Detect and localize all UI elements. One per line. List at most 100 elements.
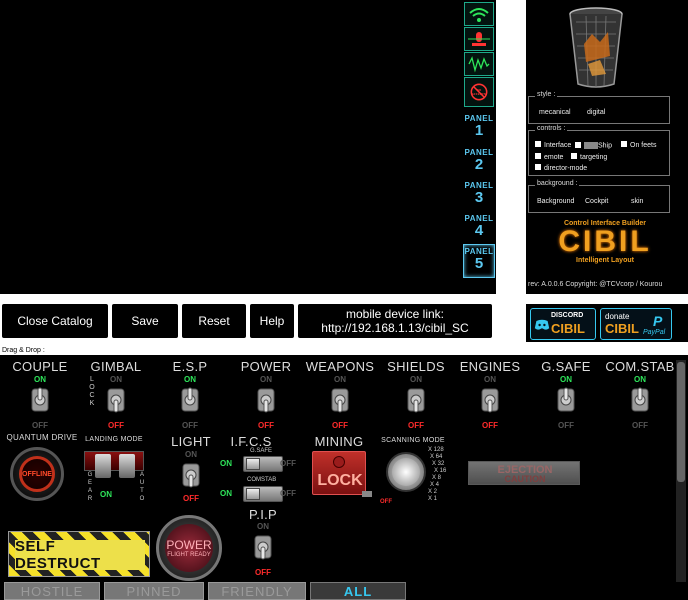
bg-cockpit[interactable]: Cockpit <box>585 198 608 205</box>
toggle-switch[interactable] <box>553 386 579 414</box>
switch-on-label: ON <box>634 375 646 384</box>
donate-cibil-label: CIBIL <box>605 321 639 336</box>
power-button-sublabel: FLIGHT READY <box>167 552 211 558</box>
scan-level-label: X 16 <box>434 468 447 474</box>
control-emote[interactable]: emote <box>535 153 564 161</box>
toggle-switch[interactable] <box>177 386 203 414</box>
toggle-switch[interactable] <box>253 386 279 414</box>
switch-off-label: OFF <box>108 421 124 430</box>
wifi-icon[interactable] <box>464 2 494 26</box>
panel-1-button[interactable]: PANEL 1 <box>463 112 495 144</box>
switch-title: E.S.P <box>172 359 208 374</box>
landing-mode-switch[interactable] <box>84 451 144 478</box>
control-ship[interactable]: Ship <box>575 141 612 149</box>
switch-on-label: ON <box>334 375 346 384</box>
donate-link[interactable]: donate CIBIL P PayPal <box>600 308 672 340</box>
help-button[interactable]: Help <box>250 304 294 338</box>
scrollbar[interactable] <box>676 360 686 582</box>
switch-title: GIMBAL <box>90 359 142 374</box>
checkbox[interactable] <box>535 153 541 160</box>
ifcs-comstab-slider[interactable] <box>243 486 283 502</box>
audio-icon[interactable] <box>464 52 494 76</box>
no-effects-icon[interactable]: NO EFFECTS <box>464 77 494 107</box>
filter-hostile[interactable]: HOSTILE <box>4 582 100 600</box>
toggle-switch[interactable] <box>627 386 653 414</box>
filter-friendly[interactable]: FRIENDLY <box>208 582 306 600</box>
checkbox-checked[interactable] <box>575 141 581 148</box>
copyright-text: rev: A.0.0.6 Copyright: @TCVcorp / Kouro… <box>528 281 663 288</box>
controls-group: controls : Interface Ship On feets emote… <box>528 125 670 176</box>
mobile-link-button[interactable]: mobile device link: http://192.168.1.13/… <box>298 304 492 338</box>
self-destruct-button[interactable]: SELF DESTRUCT <box>8 531 150 577</box>
power-flight-ready-button[interactable]: POWER FLIGHT READY <box>156 515 222 581</box>
control-director-mode[interactable]: director-mode <box>535 164 587 172</box>
panel-2-button[interactable]: PANEL 2 <box>463 146 495 178</box>
light-off-label: OFF <box>183 494 199 503</box>
joystick-icon[interactable] <box>464 27 494 51</box>
light-toggle[interactable] <box>178 461 204 489</box>
discord-link[interactable]: DISCORD CIBIL <box>530 308 596 340</box>
trash-icon[interactable] <box>566 4 626 90</box>
caution-label: CAUTION <box>504 474 546 484</box>
save-button[interactable]: Save <box>112 304 178 338</box>
quantum-drive-button[interactable]: OFFLINE <box>10 447 64 501</box>
checkbox[interactable] <box>535 141 541 148</box>
panel-number: 4 <box>474 222 484 239</box>
reset-button[interactable]: Reset <box>182 304 246 338</box>
scan-level-label: X 1 <box>428 496 438 502</box>
bg-skin[interactable]: skin <box>631 198 643 205</box>
switch-board: COUPLE ON OFF GIMBAL ON OFF E.S.P ON OFF PO… <box>0 355 688 600</box>
panel-5-button[interactable]: PANEL 5 <box>463 244 495 278</box>
bg-background[interactable]: Background <box>537 198 574 205</box>
drag-drop-label: Drag & Drop : <box>2 347 45 354</box>
toggle-switch[interactable] <box>27 386 53 414</box>
panel-column: NO EFFECTS PANEL 1 PANEL 2 PANEL 3 PANEL 4 PA… <box>462 0 496 294</box>
control-targeting[interactable]: targeting <box>571 153 607 161</box>
switch-on-label: ON <box>184 375 196 384</box>
logo-bottom-text: Intelligent Layout <box>576 257 634 264</box>
ifcs-gsafe-slider[interactable] <box>243 456 283 472</box>
toggle-switch[interactable] <box>327 386 353 414</box>
scan-level-label: X 4 <box>430 482 440 488</box>
switch-title: ENGINES <box>459 359 521 374</box>
toolbar: Close Catalog Save Reset Help mobile dev… <box>0 304 526 342</box>
svg-text:EFFECTS: EFFECTS <box>472 92 486 96</box>
ejection-button[interactable]: EJECTION CAUTION <box>468 461 580 485</box>
style-mecanical[interactable]: mecanical <box>539 109 571 116</box>
paypal-label: PayPal <box>643 329 666 336</box>
control-interface[interactable]: Interface <box>535 141 571 149</box>
scanning-knob[interactable] <box>386 452 426 492</box>
panel-4-button[interactable]: PANEL 4 <box>463 212 495 244</box>
quantum-drive-title: QUANTUM DRIVE <box>6 433 78 442</box>
logo-name: CIBIL <box>558 225 652 258</box>
switch-off-label: OFF <box>182 421 198 430</box>
discord-label: DISCORD <box>551 312 584 319</box>
close-catalog-button[interactable]: Close Catalog <box>2 304 108 338</box>
toggle-switch[interactable] <box>103 386 129 414</box>
checkbox[interactable] <box>571 153 577 160</box>
ifcs-gsafe-off: OFF <box>280 459 296 468</box>
switch-off-label: OFF <box>332 421 348 430</box>
ifcs-comstab-off: OFF <box>280 489 296 498</box>
switch-title: G.SAFE <box>541 359 591 374</box>
switch-off-label: OFF <box>482 421 498 430</box>
links-bar: DISCORD CIBIL donate CIBIL P PayPal <box>526 304 688 342</box>
control-on-feets[interactable]: On feets <box>621 141 657 149</box>
style-digital[interactable]: digital <box>587 109 605 116</box>
switch-on-label: ON <box>484 375 496 384</box>
paypal-icon: P <box>653 313 663 329</box>
layout-preview[interactable] <box>0 0 462 294</box>
panel-number: 3 <box>474 189 484 206</box>
checkbox[interactable] <box>535 164 541 171</box>
mining-lock-button[interactable]: LOCK <box>312 451 366 495</box>
control-label: On feets <box>630 142 657 149</box>
toggle-switch[interactable] <box>477 386 503 414</box>
checkbox[interactable] <box>621 141 627 148</box>
switch-title: POWER <box>240 359 292 374</box>
filter-all[interactable]: ALL <box>310 582 406 600</box>
control-label: emote <box>544 154 564 161</box>
toggle-switch[interactable] <box>403 386 429 414</box>
pip-toggle[interactable] <box>250 533 276 561</box>
filter-pinned[interactable]: PINNED <box>104 582 204 600</box>
panel-3-button[interactable]: PANEL 3 <box>463 179 495 211</box>
